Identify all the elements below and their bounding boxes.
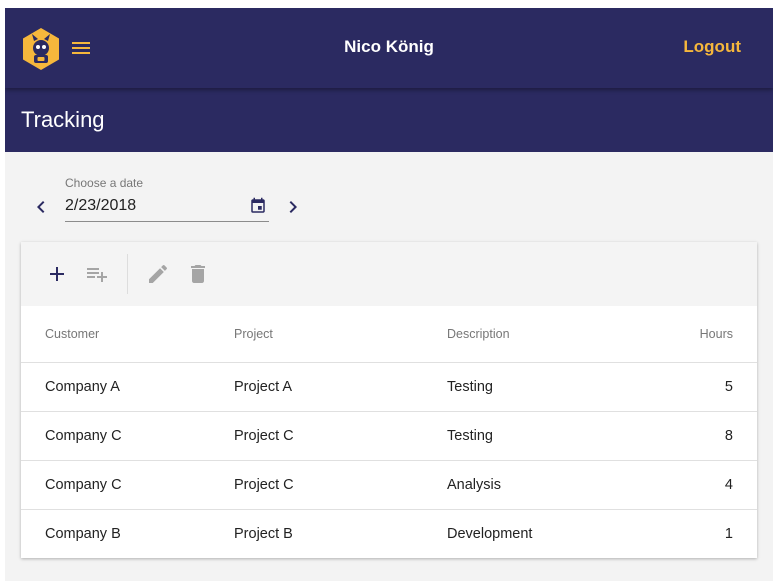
column-header-description[interactable]: Description xyxy=(447,306,647,363)
cell-hours: 4 xyxy=(647,460,757,510)
cell-customer: Company B xyxy=(45,525,121,542)
date-input[interactable] xyxy=(65,196,235,216)
table-header-row: Customer Project Description Hours xyxy=(21,306,757,363)
cell-project: Project C xyxy=(234,460,447,510)
cell-description: Development xyxy=(447,525,533,542)
page-title-bar: Tracking xyxy=(5,88,773,152)
cell-customer: Company C xyxy=(21,460,234,510)
logo-icon xyxy=(23,28,59,70)
top-app-bar: Nico König Logout xyxy=(5,8,773,88)
table-row[interactable]: Company A Project A Testing 5 xyxy=(21,362,757,412)
chevron-left-icon[interactable] xyxy=(29,195,53,219)
cell-project: Project A xyxy=(234,362,447,412)
tracking-table: Customer Project Description Hours Compa… xyxy=(21,306,757,558)
date-field-label: Choose a date xyxy=(65,176,144,190)
delete-icon[interactable] xyxy=(186,262,210,286)
chevron-right-icon[interactable] xyxy=(281,195,305,219)
column-header-hours[interactable]: Hours xyxy=(647,306,757,363)
cell-description: Analysis xyxy=(447,460,647,510)
cell-hours: 8 xyxy=(647,411,757,461)
calendar-icon[interactable] xyxy=(249,197,267,215)
table-row[interactable]: Company C Project C Analysis 4 xyxy=(21,460,757,510)
cell-description: Testing xyxy=(447,411,647,461)
cell-customer: Company A xyxy=(21,362,234,412)
date-field[interactable] xyxy=(65,192,269,222)
app-window: Nico König Logout Tracking Choose a date xyxy=(5,8,773,581)
user-name: Nico König xyxy=(344,37,434,56)
column-header-project[interactable]: Project xyxy=(234,306,447,363)
edit-icon[interactable] xyxy=(146,262,170,286)
column-header-customer[interactable]: Customer xyxy=(21,306,234,363)
page-title: Tracking xyxy=(21,107,105,132)
cell-customer: Company C xyxy=(21,411,234,461)
cell-hours: 1 xyxy=(724,525,733,542)
add-icon[interactable] xyxy=(45,262,69,286)
cell-hours: 5 xyxy=(647,362,757,412)
menu-icon[interactable] xyxy=(69,36,93,60)
cell-project: Project C xyxy=(234,411,447,461)
cell-project: Project B xyxy=(234,525,293,542)
playlist-add-icon[interactable] xyxy=(85,262,109,286)
table-row[interactable]: Company C Project C Testing 8 xyxy=(21,411,757,461)
tracking-table-card: Customer Project Description Hours Compa… xyxy=(21,242,757,558)
logout-button[interactable]: Logout xyxy=(683,37,741,57)
table-toolbar xyxy=(21,242,757,306)
cell-description: Testing xyxy=(447,362,647,412)
toolbar-divider xyxy=(127,254,128,294)
table-row[interactable]: Company B Project B Development 1 xyxy=(21,509,757,558)
